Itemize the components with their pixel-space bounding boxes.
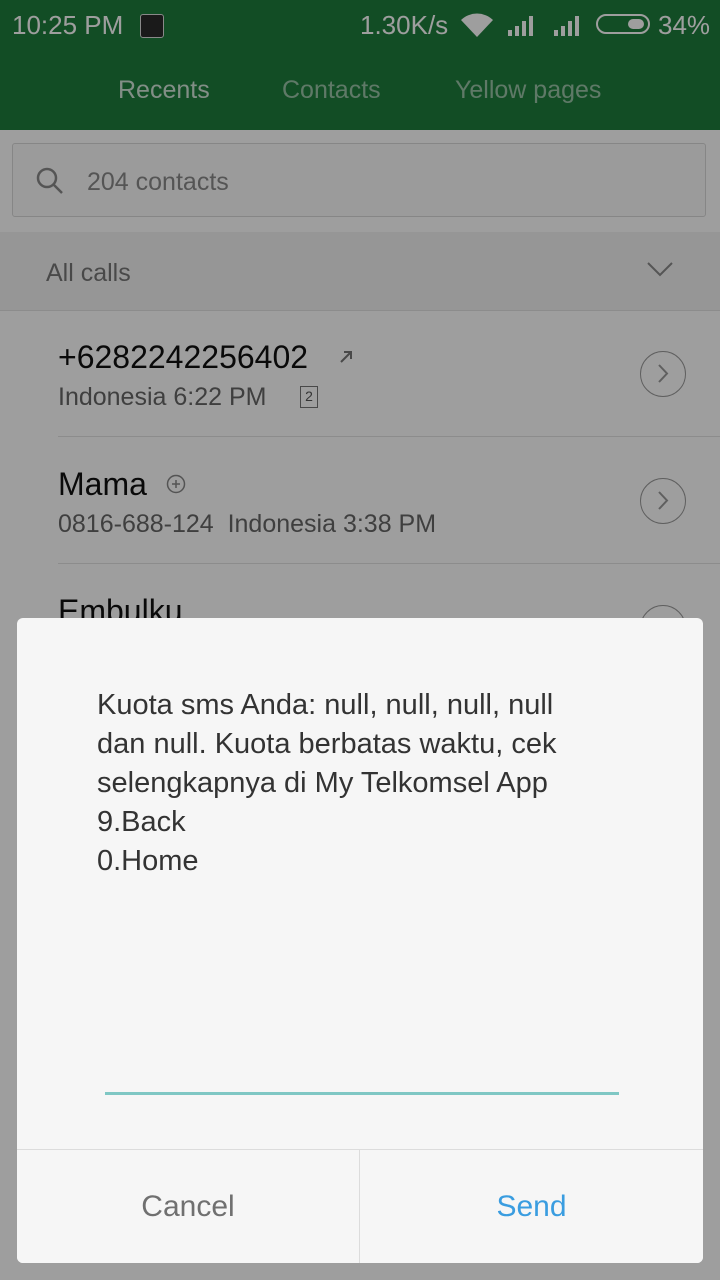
ussd-reply-input[interactable] <box>105 1056 619 1095</box>
message-line: selengkapnya di My Telkomsel App <box>97 767 548 799</box>
cancel-button[interactable]: Cancel <box>17 1150 360 1263</box>
ussd-message: Kuota sms Anda: null, null, null, null d… <box>97 686 637 881</box>
message-line: 9.Back <box>97 806 186 838</box>
message-line: Kuota sms Anda: null, null, null, null <box>97 689 554 721</box>
message-line: dan null. Kuota berbatas waktu, cek <box>97 728 557 760</box>
message-line: 0.Home <box>97 845 199 877</box>
ussd-dialog: Kuota sms Anda: null, null, null, null d… <box>17 618 703 1263</box>
send-button[interactable]: Send <box>360 1150 703 1263</box>
dialog-button-bar: Cancel Send <box>17 1149 703 1263</box>
